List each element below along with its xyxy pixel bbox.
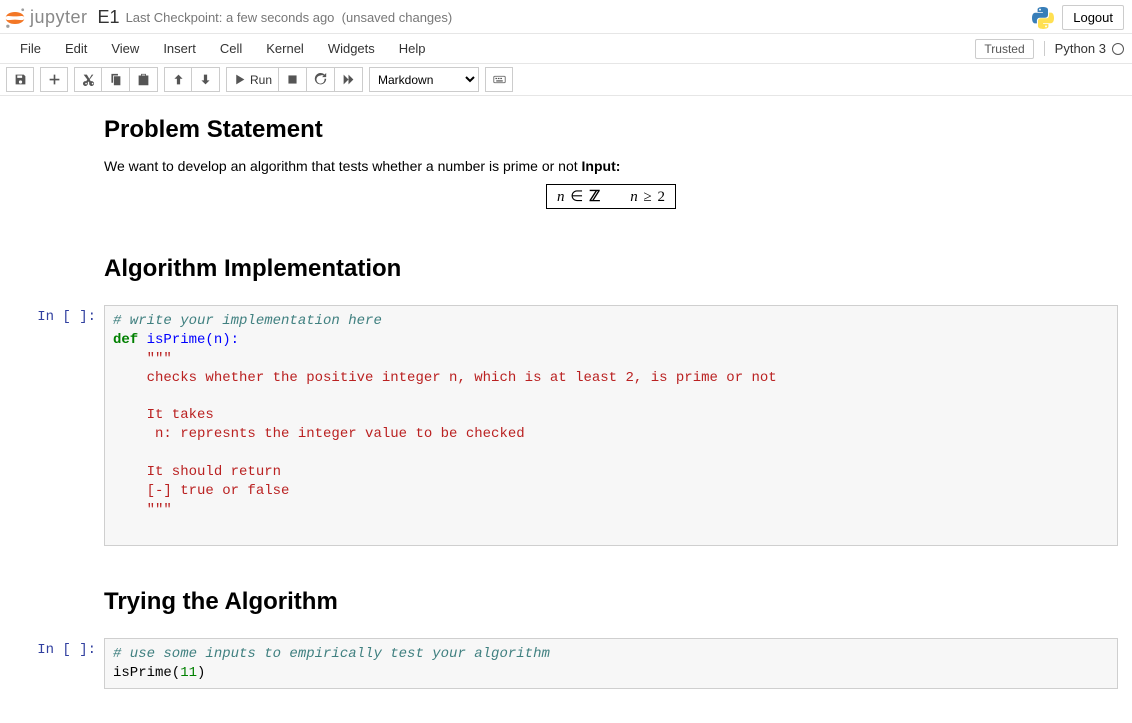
notebook-name[interactable]: E1 (98, 7, 120, 28)
checkpoint-status: Last Checkpoint: a few seconds ago (unsa… (126, 10, 453, 25)
restart-run-all-button[interactable] (335, 67, 363, 92)
restart-icon (314, 73, 327, 86)
prompt-empty: In [ ]: (14, 582, 104, 630)
menu-view[interactable]: View (99, 37, 151, 60)
math-input-spec: n ∈ ℤ n ≥ 2 (546, 184, 676, 209)
code-cell-isprime[interactable]: # write your implementation here def isP… (104, 305, 1118, 546)
trusted-indicator[interactable]: Trusted (975, 39, 1033, 59)
code-cell-test[interactable]: # use some inputs to empirically test yo… (104, 638, 1118, 690)
problem-text: We want to develop an algorithm that tes… (104, 158, 1118, 174)
heading-algorithm-implementation: Algorithm Implementation (104, 255, 1118, 283)
fast-forward-icon (342, 73, 355, 86)
menu-file[interactable]: File (8, 37, 53, 60)
menu-help[interactable]: Help (387, 37, 438, 60)
arrow-up-icon (172, 73, 185, 86)
markdown-cell-problem[interactable]: Problem Statement We want to develop an … (104, 110, 1118, 213)
jupyter-logo[interactable]: jupyter (4, 7, 88, 29)
logo-text: jupyter (30, 7, 88, 28)
run-button[interactable]: Run (226, 67, 279, 92)
heading-trying-algorithm: Trying the Algorithm (104, 588, 1118, 616)
play-icon (233, 73, 246, 86)
menu-widgets[interactable]: Widgets (316, 37, 387, 60)
prompt-empty: In [ ]: (14, 110, 104, 213)
kernel-name[interactable]: Python 3 (1044, 41, 1124, 56)
save-button[interactable] (6, 67, 34, 92)
cut-icon (82, 73, 95, 86)
menu-cell[interactable]: Cell (208, 37, 254, 60)
stop-icon (286, 73, 299, 86)
arrow-down-icon (199, 73, 212, 86)
add-cell-button[interactable] (40, 67, 68, 92)
copy-button[interactable] (102, 67, 130, 92)
prompt-in-2: In [ ]: (14, 638, 104, 690)
menu-insert[interactable]: Insert (151, 37, 208, 60)
kernel-idle-icon (1112, 43, 1124, 55)
paste-button[interactable] (130, 67, 158, 92)
logout-button[interactable]: Logout (1062, 5, 1124, 30)
cut-button[interactable] (74, 67, 102, 92)
restart-button[interactable] (307, 67, 335, 92)
markdown-cell-try[interactable]: Trying the Algorithm (104, 582, 1118, 630)
paste-icon (137, 73, 150, 86)
menu-edit[interactable]: Edit (53, 37, 99, 60)
cell-type-select[interactable]: Markdown (369, 67, 479, 92)
move-up-button[interactable] (164, 67, 192, 92)
jupyter-logo-icon (4, 7, 26, 29)
menu-kernel[interactable]: Kernel (254, 37, 316, 60)
command-palette-button[interactable] (485, 67, 513, 92)
keyboard-icon (493, 73, 506, 86)
interrupt-button[interactable] (279, 67, 307, 92)
markdown-cell-algo[interactable]: Algorithm Implementation (104, 249, 1118, 297)
prompt-empty: In [ ]: (14, 249, 104, 297)
move-down-button[interactable] (192, 67, 220, 92)
prompt-in-1: In [ ]: (14, 305, 104, 574)
save-icon (14, 73, 27, 86)
heading-problem-statement: Problem Statement (104, 116, 1118, 144)
python-icon (1032, 7, 1054, 29)
plus-icon (48, 73, 61, 86)
copy-icon (109, 73, 122, 86)
